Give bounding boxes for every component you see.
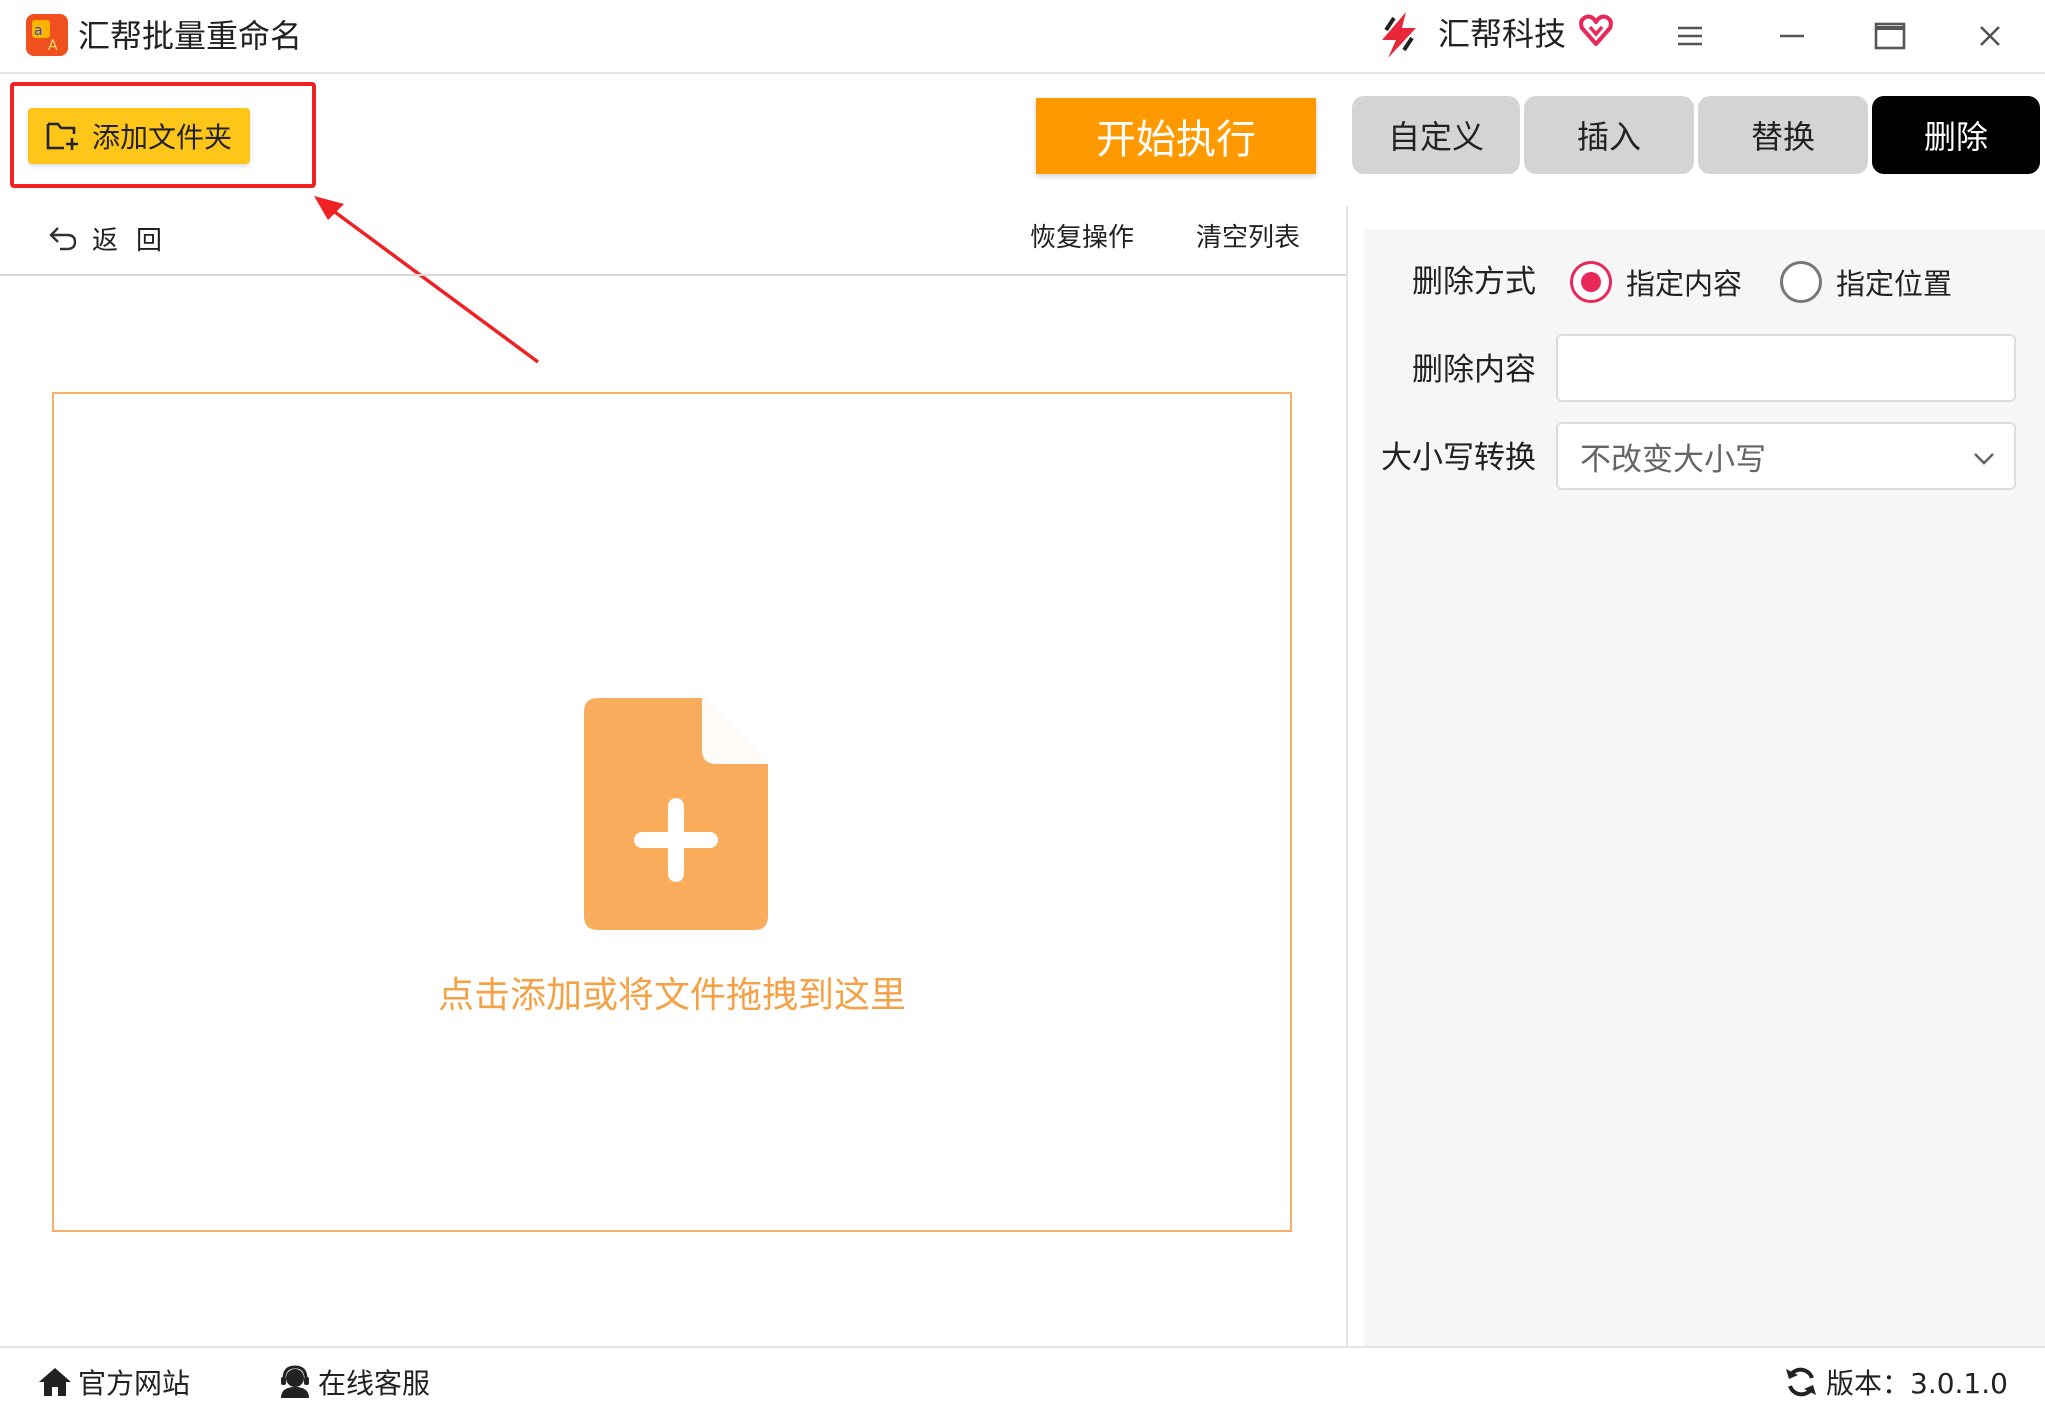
minimize-icon[interactable] <box>1770 14 1814 58</box>
back-button[interactable]: 返回 <box>48 218 180 258</box>
drop-hint-text: 点击添加或将文件拖拽到这里 <box>437 975 906 1016</box>
file-add-icon <box>584 698 768 930</box>
home-icon <box>39 1368 71 1396</box>
panel-divider <box>1346 206 1348 1346</box>
delete-mode-label: 删除方式 <box>1412 264 1536 300</box>
refresh-icon[interactable] <box>1784 1365 1818 1399</box>
delete-content-label: 删除内容 <box>1412 352 1536 388</box>
tab-custom[interactable]: 自定义 <box>1352 96 1520 174</box>
vip-heart-icon[interactable] <box>1578 12 1614 48</box>
tab-replace[interactable]: 替换 <box>1698 96 1868 174</box>
annotation-highlight-box <box>10 82 316 188</box>
back-label: 返回 <box>92 225 181 256</box>
radio-unselected-indicator <box>1780 261 1822 303</box>
list-divider <box>0 274 1346 276</box>
version-info: 版本：3.0.1.0 <box>1784 1360 2008 1404</box>
chevron-down-icon <box>1974 453 1994 465</box>
app-logo-icon: a A <box>26 14 68 56</box>
brand-name: 汇帮科技 <box>1438 15 1567 53</box>
radio-specified-content[interactable]: 指定内容 <box>1570 258 1742 306</box>
annotation-arrow-icon <box>314 196 540 364</box>
svg-text:a: a <box>34 23 43 39</box>
close-icon[interactable] <box>1968 14 2012 58</box>
case-conversion-select[interactable]: 不改变大小写 <box>1556 422 2016 490</box>
file-drop-zone[interactable]: 点击添加或将文件拖拽到这里 <box>52 392 1292 1232</box>
menu-icon[interactable] <box>1668 14 1712 58</box>
start-button[interactable]: 开始执行 <box>1036 98 1316 174</box>
delete-content-input[interactable] <box>1556 334 2016 402</box>
version-label: 版本：3.0.1.0 <box>1826 1367 2008 1400</box>
radio-label: 指定位置 <box>1836 267 1953 301</box>
restore-operation-button[interactable]: 恢复操作 <box>1030 218 1134 258</box>
svg-text:A: A <box>48 38 58 54</box>
online-support-link[interactable]: 在线客服 <box>278 1360 430 1404</box>
title-bar: a A 汇帮批量重命名 汇帮科技 <box>0 0 2045 74</box>
maximize-icon[interactable] <box>1868 14 1912 58</box>
tab-insert[interactable]: 插入 <box>1524 96 1694 174</box>
online-support-label: 在线客服 <box>318 1367 431 1400</box>
official-website-label: 官方网站 <box>78 1367 191 1400</box>
clear-list-button[interactable]: 清空列表 <box>1196 218 1300 258</box>
radio-selected-indicator <box>1570 261 1612 303</box>
radio-specified-position[interactable]: 指定位置 <box>1780 258 1952 306</box>
radio-label: 指定内容 <box>1626 267 1743 301</box>
case-conversion-value: 不改变大小写 <box>1580 441 1766 478</box>
support-agent-icon <box>281 1365 309 1398</box>
undo-arrow-icon <box>49 227 77 251</box>
official-website-link[interactable]: 官方网站 <box>38 1360 190 1404</box>
app-title: 汇帮批量重命名 <box>78 17 303 55</box>
brand-logo-icon <box>1382 12 1416 58</box>
case-conversion-label: 大小写转换 <box>1381 440 1536 476</box>
tab-delete[interactable]: 删除 <box>1872 96 2040 174</box>
